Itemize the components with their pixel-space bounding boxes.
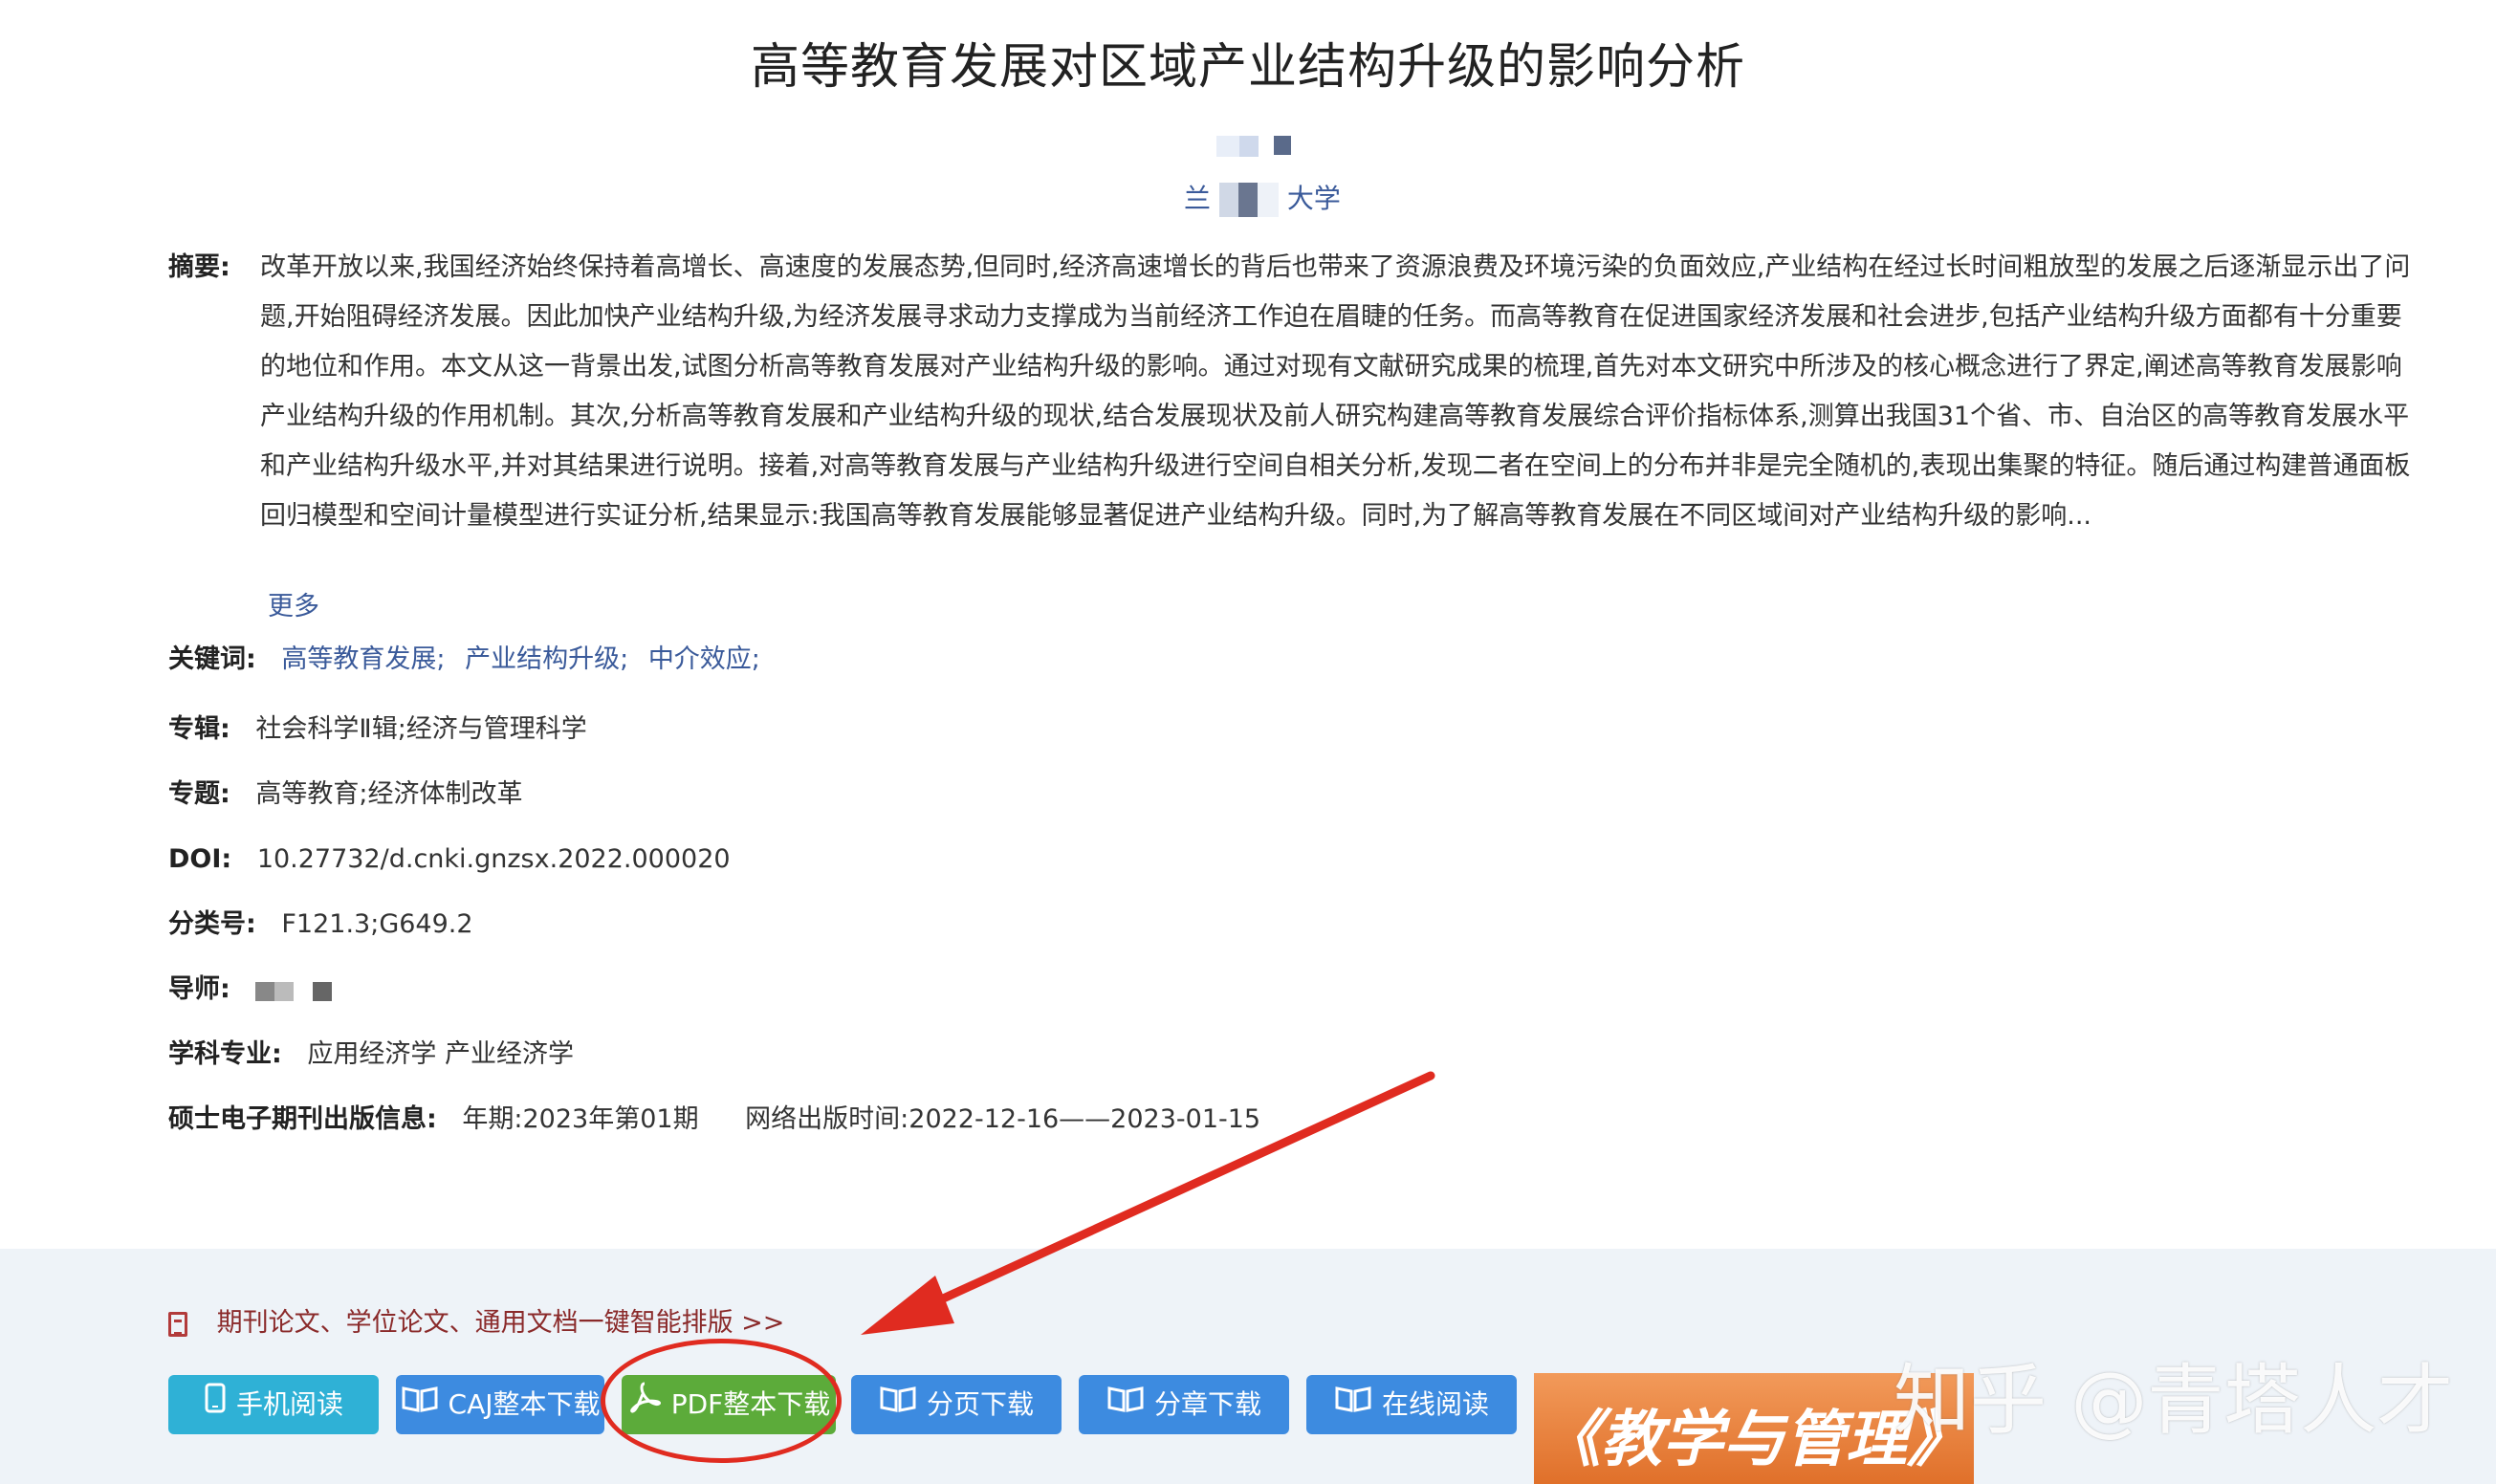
zhihu-watermark: 知乎 @青塔人才 bbox=[1894, 1356, 2454, 1445]
annotation-arrow bbox=[861, 1071, 1435, 1335]
